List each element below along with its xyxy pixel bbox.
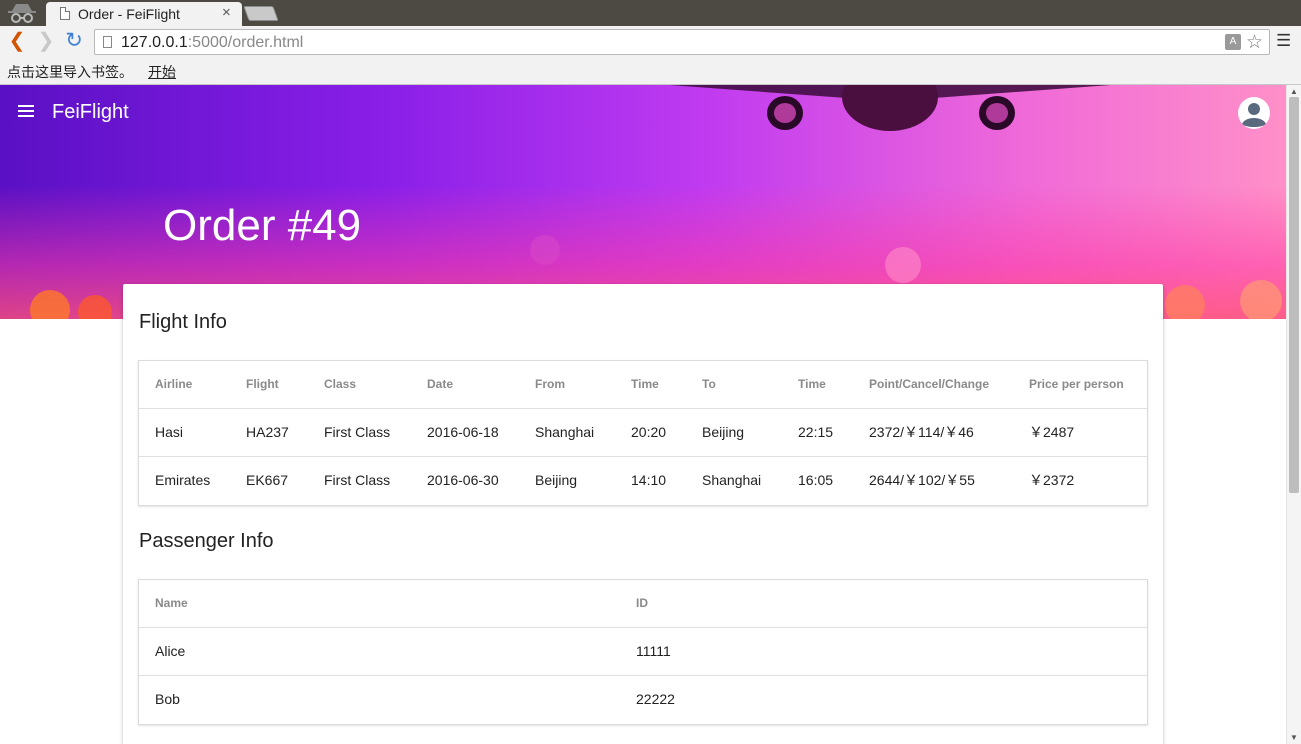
- table-row[interactable]: Bob 22222: [139, 676, 1147, 724]
- cell-airline: Hasi: [155, 424, 184, 440]
- menu-hamburger-icon[interactable]: [18, 105, 34, 117]
- page-favicon-icon: [60, 7, 70, 20]
- page-icon: [103, 36, 112, 48]
- column-header: Class: [324, 377, 357, 391]
- incognito-icon: [8, 4, 36, 23]
- user-avatar-icon[interactable]: [1238, 97, 1270, 129]
- cell-arrive-time: 22:15: [798, 424, 834, 440]
- reload-icon[interactable]: ↻: [62, 30, 86, 54]
- table-row[interactable]: Hasi HA237 First Class 2016-06-18 Shangh…: [139, 409, 1147, 457]
- bokeh-light: [530, 235, 560, 265]
- bokeh-light: [1240, 280, 1282, 319]
- bokeh-light: [885, 247, 921, 283]
- app-title[interactable]: FeiFlight: [52, 101, 129, 124]
- cell-depart-time: 20:20: [631, 424, 667, 440]
- column-header: Price per person: [1029, 377, 1124, 391]
- page-title: Order #49: [163, 201, 362, 250]
- scrollbar-thumb[interactable]: [1289, 97, 1299, 493]
- scroll-down-arrow-icon[interactable]: ▼: [1290, 733, 1298, 742]
- cell-price: ￥2487: [1029, 424, 1075, 440]
- new-tab-button[interactable]: [243, 6, 279, 21]
- flight-info-table: Airline Flight Class Date From Time To T…: [138, 360, 1148, 506]
- cell-to: Beijing: [702, 424, 745, 440]
- cell-class: First Class: [324, 424, 391, 440]
- order-card: Flight Info Airline Flight Class Date Fr…: [123, 284, 1163, 744]
- column-header: Airline: [155, 377, 193, 391]
- cell-name: Alice: [155, 643, 186, 659]
- back-arrow-icon[interactable]: ❮: [5, 30, 29, 54]
- cell-airline: Emirates: [155, 472, 211, 488]
- translate-icon[interactable]: A: [1225, 34, 1241, 50]
- table-row[interactable]: Emirates EK667 First Class 2016-06-30 Be…: [139, 457, 1147, 505]
- bookmark-star-icon[interactable]: ☆: [1246, 31, 1263, 54]
- cell-flight: HA237: [246, 424, 289, 440]
- table-row[interactable]: Alice 11111: [139, 628, 1147, 676]
- column-header: To: [702, 377, 716, 391]
- page-viewport: FeiFlight Order #49 Flight Info Airline …: [0, 85, 1286, 744]
- bookmarks-import-text: 点击这里导入书签。: [7, 64, 133, 80]
- column-header: Point/Cancel/Change: [869, 377, 990, 391]
- bokeh-light: [1165, 285, 1205, 319]
- column-header: ID: [636, 596, 648, 610]
- cell-name: Bob: [155, 691, 180, 707]
- close-tab-icon[interactable]: ×: [222, 4, 231, 21]
- cell-date: 2016-06-18: [427, 424, 499, 440]
- cell-from: Beijing: [535, 472, 578, 488]
- cell-id: 11111: [636, 643, 671, 659]
- cell-flight: EK667: [246, 472, 289, 488]
- cell-id: 22222: [636, 691, 675, 707]
- browser-toolbar: ❮ ❯ ↻ 127.0.0.1:5000/order.html A ☆ ☰: [0, 26, 1301, 58]
- table-header-row: Airline Flight Class Date From Time To T…: [139, 361, 1147, 409]
- cell-to: Shanghai: [702, 472, 762, 488]
- url-text[interactable]: 127.0.0.1:5000/order.html: [121, 34, 303, 52]
- cell-from: Shanghai: [535, 424, 595, 440]
- bookmarks-bar: 点击这里导入书签。 开始: [0, 58, 1301, 85]
- cell-date: 2016-06-30: [427, 472, 499, 488]
- scroll-up-arrow-icon[interactable]: ▲: [1290, 87, 1298, 96]
- browser-tab-active[interactable]: Order - FeiFlight ×: [46, 2, 242, 26]
- column-header: Date: [427, 377, 454, 391]
- table-header-row: Name ID: [139, 580, 1147, 628]
- cell-arrive-time: 16:05: [798, 472, 834, 488]
- column-header: Time: [798, 377, 826, 391]
- cell-point-cancel-change: 2644/￥102/￥55: [869, 472, 975, 488]
- browser-menu-icon[interactable]: ☰: [1276, 31, 1291, 51]
- column-header: From: [535, 377, 565, 391]
- page-scrollbar[interactable]: ▲ ▼: [1286, 85, 1301, 744]
- column-header: Name: [155, 596, 188, 610]
- cell-price: ￥2372: [1029, 472, 1075, 488]
- cell-point-cancel-change: 2372/￥114/￥46: [869, 424, 974, 440]
- cell-class: First Class: [324, 472, 391, 488]
- passenger-info-title: Passenger Info: [139, 530, 274, 552]
- browser-tab-strip: Order - FeiFlight ×: [0, 0, 1301, 26]
- passenger-info-table: Name ID Alice 11111 Bob 22222: [138, 579, 1148, 725]
- column-header: Time: [631, 377, 659, 391]
- cell-depart-time: 14:10: [631, 472, 667, 488]
- flight-info-title: Flight Info: [139, 311, 227, 333]
- bookmarks-start-link[interactable]: 开始: [148, 62, 176, 82]
- column-header: Flight: [246, 377, 279, 391]
- app-bar: FeiFlight: [0, 85, 1286, 141]
- tab-title: Order - FeiFlight: [78, 6, 180, 22]
- forward-arrow-icon[interactable]: ❯: [34, 30, 58, 54]
- address-bar[interactable]: 127.0.0.1:5000/order.html A ☆: [94, 29, 1270, 55]
